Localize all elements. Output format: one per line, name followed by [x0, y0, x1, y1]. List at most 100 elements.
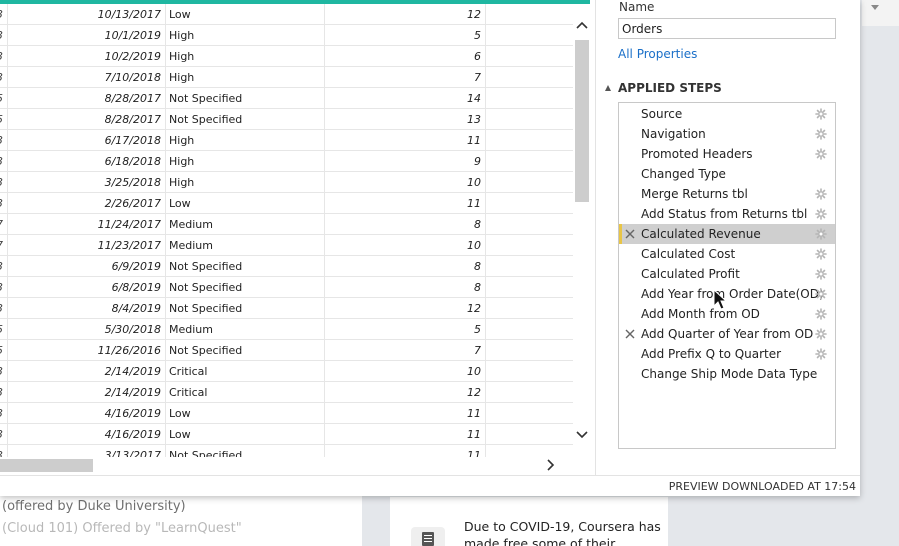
step-settings-gear-icon[interactable]: [815, 188, 827, 200]
cell-priority[interactable]: High: [166, 67, 325, 88]
cell-truncated[interactable]: 3: [0, 298, 8, 319]
cell-order-date[interactable]: 2/14/2019: [8, 361, 166, 382]
applied-step-item[interactable]: Promoted Headers: [619, 144, 835, 164]
applied-step-item[interactable]: Add Quarter of Year from OD: [619, 324, 835, 344]
cell-truncated[interactable]: 7: [0, 214, 8, 235]
cell-truncated[interactable]: 5: [0, 340, 8, 361]
table-row[interactable]: 310/13/2017Low12: [0, 4, 573, 25]
cell-order-date[interactable]: 2/14/2019: [8, 382, 166, 403]
step-settings-gear-icon[interactable]: [815, 248, 827, 260]
cell-order-date[interactable]: 6/9/2019: [8, 256, 166, 277]
table-row[interactable]: 38/4/2019Not Specified12: [0, 298, 573, 319]
cell-truncated[interactable]: 5: [0, 319, 8, 340]
table-row[interactable]: 58/28/2017Not Specified13: [0, 109, 573, 130]
cell-quantity[interactable]: 5: [325, 319, 486, 340]
cell-order-date[interactable]: 8/28/2017: [8, 88, 166, 109]
step-settings-gear-icon[interactable]: [815, 288, 827, 300]
table-row[interactable]: 310/1/2019High5: [0, 25, 573, 46]
applied-step-item[interactable]: Change Ship Mode Data Type: [619, 364, 835, 384]
cell-next-column[interactable]: [486, 25, 573, 46]
cell-order-date[interactable]: 7/10/2018: [8, 67, 166, 88]
table-row[interactable]: 55/30/2018Medium5: [0, 319, 573, 340]
cell-quantity[interactable]: 10: [325, 235, 486, 256]
cell-truncated[interactable]: 5: [0, 109, 8, 130]
cell-order-date[interactable]: 6/18/2018: [8, 151, 166, 172]
table-row[interactable]: 36/17/2018High11: [0, 130, 573, 151]
cell-order-date[interactable]: 8/28/2017: [8, 109, 166, 130]
collapse-caret-icon[interactable]: [605, 85, 611, 91]
cell-next-column[interactable]: [486, 340, 573, 361]
applied-step-item[interactable]: Navigation: [619, 124, 835, 144]
table-row[interactable]: 37/10/2018High7: [0, 67, 573, 88]
cell-quantity[interactable]: 8: [325, 214, 486, 235]
cell-order-date[interactable]: 2/26/2017: [8, 193, 166, 214]
cell-truncated[interactable]: 3: [0, 361, 8, 382]
step-settings-gear-icon[interactable]: [815, 148, 827, 160]
cell-priority[interactable]: Not Specified: [166, 277, 325, 298]
cell-truncated[interactable]: 7: [0, 235, 8, 256]
table-row[interactable]: 511/26/2016Not Specified7: [0, 340, 573, 361]
cell-next-column[interactable]: [486, 424, 573, 445]
cell-priority[interactable]: Low: [166, 403, 325, 424]
applied-step-item[interactable]: Add Month from OD: [619, 304, 835, 324]
cell-truncated[interactable]: 3: [0, 277, 8, 298]
cell-order-date[interactable]: 6/17/2018: [8, 130, 166, 151]
step-settings-gear-icon[interactable]: [815, 348, 827, 360]
table-row[interactable]: 310/2/2019High6: [0, 46, 573, 67]
step-settings-gear-icon[interactable]: [815, 328, 827, 340]
cell-next-column[interactable]: [486, 151, 573, 172]
cell-truncated[interactable]: 3: [0, 256, 8, 277]
cell-priority[interactable]: Not Specified: [166, 445, 325, 457]
cell-quantity[interactable]: 12: [325, 4, 486, 25]
cell-truncated[interactable]: 5: [0, 88, 8, 109]
cell-priority[interactable]: Critical: [166, 361, 325, 382]
table-row[interactable]: 711/23/2017Medium10: [0, 235, 573, 256]
cell-quantity[interactable]: 10: [325, 361, 486, 382]
cell-priority[interactable]: Medium: [166, 214, 325, 235]
cell-order-date[interactable]: 10/13/2017: [8, 4, 166, 25]
scroll-down-chevron-icon[interactable]: [575, 428, 589, 442]
step-settings-gear-icon[interactable]: [815, 308, 827, 320]
cell-truncated[interactable]: 3: [0, 130, 8, 151]
delete-step-icon[interactable]: [624, 328, 636, 340]
cell-truncated[interactable]: 3: [0, 403, 8, 424]
cell-truncated[interactable]: 3: [0, 25, 8, 46]
query-name-input[interactable]: [618, 18, 836, 39]
cell-priority[interactable]: High: [166, 172, 325, 193]
cell-next-column[interactable]: [486, 235, 573, 256]
cell-next-column[interactable]: [486, 130, 573, 151]
cell-priority[interactable]: High: [166, 25, 325, 46]
cell-quantity[interactable]: 14: [325, 88, 486, 109]
table-row[interactable]: 32/14/2019Critical10: [0, 361, 573, 382]
cell-order-date[interactable]: 11/26/2016: [8, 340, 166, 361]
table-row[interactable]: 33/25/2018High10: [0, 172, 573, 193]
vertical-scroll-thumb[interactable]: [575, 40, 589, 202]
table-row[interactable]: 36/18/2018High9: [0, 151, 573, 172]
cell-order-date[interactable]: 4/16/2019: [8, 403, 166, 424]
cell-quantity[interactable]: 9: [325, 151, 486, 172]
cell-order-date[interactable]: 10/1/2019: [8, 25, 166, 46]
step-settings-gear-icon[interactable]: [815, 108, 827, 120]
cell-quantity[interactable]: 11: [325, 403, 486, 424]
cell-priority[interactable]: Medium: [166, 319, 325, 340]
step-settings-gear-icon[interactable]: [815, 228, 827, 240]
cell-next-column[interactable]: [486, 403, 573, 424]
cell-truncated[interactable]: 3: [0, 151, 8, 172]
table-row[interactable]: 711/24/2017Medium8: [0, 214, 573, 235]
cell-order-date[interactable]: 11/23/2017: [8, 235, 166, 256]
cell-truncated[interactable]: 3: [0, 46, 8, 67]
table-row[interactable]: 36/9/2019Not Specified8: [0, 256, 573, 277]
scroll-up-chevron-icon[interactable]: [575, 18, 589, 32]
cell-quantity[interactable]: 12: [325, 382, 486, 403]
step-settings-gear-icon[interactable]: [815, 268, 827, 280]
cell-next-column[interactable]: [486, 277, 573, 298]
cell-quantity[interactable]: 13: [325, 109, 486, 130]
table-row[interactable]: 32/26/2017Low11: [0, 193, 573, 214]
cell-next-column[interactable]: [486, 109, 573, 130]
applied-step-item[interactable]: Calculated Cost: [619, 244, 835, 264]
cell-priority[interactable]: Not Specified: [166, 340, 325, 361]
cell-next-column[interactable]: [486, 298, 573, 319]
table-row[interactable]: 34/16/2019Low11: [0, 403, 573, 424]
cell-order-date[interactable]: 6/8/2019: [8, 277, 166, 298]
cell-order-date[interactable]: 8/4/2019: [8, 298, 166, 319]
